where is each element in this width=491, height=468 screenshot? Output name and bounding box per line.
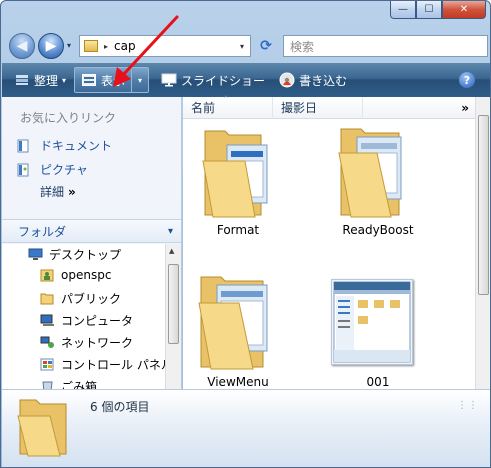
scroll-up-icon[interactable]: ▲ <box>169 247 174 255</box>
favorite-link-pictures[interactable]: ピクチャ <box>16 161 88 178</box>
tree-item-label: ごみ箱 <box>61 380 98 389</box>
file-item-label: 001 <box>366 375 390 389</box>
favorites-title: お気に入りリンク <box>20 111 117 125</box>
file-item-label: Format <box>216 223 260 237</box>
column-header: ^ 名前 撮影日 » <box>183 94 475 119</box>
details-pane: 6 個の項目 ⋮⋮ <box>2 389 490 467</box>
tree-item-label: コンピュータ <box>61 314 134 328</box>
folders-title: フォルダ <box>18 224 67 239</box>
recycle-bin-icon <box>40 380 55 389</box>
views-dropdown-button[interactable]: ▾ <box>132 68 148 92</box>
folder-tree: デスクトップ openspc パブリック コンピュータ ネットワーク コントロー… <box>2 244 173 389</box>
screenshot-thumbnail-icon <box>333 281 411 363</box>
documents-icon <box>16 139 30 153</box>
organize-button[interactable]: 整理 ▾ <box>8 66 72 94</box>
tree-item-recycle-bin[interactable]: ごみ箱 <box>40 378 97 389</box>
minimize-button[interactable]: — <box>390 1 416 19</box>
folder-icon <box>17 399 67 457</box>
caption-buttons: — ☐ ✕ <box>390 1 486 19</box>
forward-button[interactable]: ▶ <box>38 33 64 59</box>
address-dropdown-icon[interactable]: ▾ <box>240 42 244 51</box>
column-name-label: 名前 <box>191 101 216 115</box>
sort-arrow-icon: ^ <box>223 94 229 103</box>
tree-item-computer[interactable]: コンピュータ <box>40 312 133 329</box>
slideshow-icon <box>161 73 177 87</box>
file-item-label: ViewMenu <box>207 375 269 389</box>
organize-dropdown-icon: ▾ <box>62 75 67 85</box>
views-button-group: 表示 ▾ <box>74 67 150 93</box>
computer-icon <box>40 314 55 327</box>
folders-header[interactable]: フォルダ ▾ <box>2 219 181 243</box>
slideshow-label: スライドショー <box>181 73 266 88</box>
refresh-button[interactable]: ⟳ <box>255 36 277 56</box>
column-date-label: 撮影日 <box>281 101 318 115</box>
tree-item-control-panel[interactable]: コントロール パネル <box>40 356 173 373</box>
address-row: ◀ ▶ ▾ ▸ cap ▾ ⟳ 検索 <box>1 29 490 63</box>
tree-item-network[interactable]: ネットワーク <box>40 334 133 351</box>
recent-pages-dropdown[interactable]: ▾ <box>67 41 71 50</box>
scrollbar-thumb[interactable] <box>168 264 179 344</box>
command-bar: 整理 ▾ 表示 ▾ スライドショー 書き込む ? <box>2 63 490 97</box>
burn-icon <box>279 72 295 88</box>
favorite-link-label: ピクチャ <box>40 163 88 177</box>
folder-icon <box>202 130 268 218</box>
burn-button[interactable]: 書き込む <box>273 66 353 94</box>
organize-icon <box>14 73 30 87</box>
folder-icon <box>338 128 402 218</box>
file-item-label: ReadyBoost <box>342 223 414 237</box>
navigation-pane: お気に入りリンク ドキュメント ピクチャ 詳細» フォルダ ▾ デスクトップ o… <box>2 97 182 389</box>
column-name[interactable]: ^ 名前 <box>183 94 273 119</box>
organize-label: 整理 <box>34 73 59 88</box>
chevron-down-icon: ▾ <box>167 225 173 237</box>
tree-item-label: パブリック <box>61 292 122 306</box>
breadcrumb-path[interactable]: cap <box>114 39 136 53</box>
close-button[interactable]: ✕ <box>442 1 486 19</box>
explorer-window: — ☐ ✕ ◀ ▶ ▾ ▸ cap ▾ ⟳ 検索 整理 ▾ 表示 ▾ スライドシ… <box>0 0 491 468</box>
tree-item-label: openspc <box>61 268 112 282</box>
file-list-scrollbar[interactable] <box>475 97 490 389</box>
control-panel-icon <box>40 358 55 371</box>
file-item-format[interactable]: Format <box>183 121 293 245</box>
folder-icon <box>84 40 98 52</box>
item-count: 6 個の項目 <box>90 400 150 414</box>
tree-item-desktop[interactable]: デスクトップ <box>28 246 121 263</box>
folder-icon <box>198 276 268 370</box>
network-icon <box>40 336 55 349</box>
maximize-button[interactable]: ☐ <box>416 1 442 19</box>
public-folder-icon <box>40 292 55 305</box>
favorite-link-label: ドキュメント <box>40 139 113 153</box>
more-links-label: 詳細 <box>40 185 65 199</box>
back-button[interactable]: ◀ <box>9 33 35 59</box>
more-columns-button[interactable]: » <box>461 101 469 115</box>
scrollbar-thumb[interactable] <box>478 115 489 295</box>
resize-grip[interactable]: ⋮⋮ <box>457 400 479 411</box>
help-icon[interactable]: ? <box>459 72 475 88</box>
tree-item-label: デスクトップ <box>49 248 122 262</box>
search-input[interactable]: 検索 <box>283 35 488 57</box>
user-folder-icon <box>40 269 55 282</box>
more-links[interactable]: 詳細» <box>40 183 76 200</box>
slideshow-button[interactable]: スライドショー <box>155 66 271 94</box>
folder-tree-scrollbar[interactable]: ▲ <box>165 244 181 389</box>
views-label: 表示 <box>101 73 126 88</box>
image-thumbnail[interactable] <box>331 279 413 365</box>
more-chevron-icon: » <box>68 185 76 199</box>
column-date-taken[interactable]: 撮影日 <box>273 96 363 119</box>
pictures-icon <box>16 163 30 177</box>
desktop-icon <box>28 248 43 261</box>
tree-item-label: ネットワーク <box>61 336 134 350</box>
favorite-link-documents[interactable]: ドキュメント <box>16 137 112 154</box>
address-bar[interactable]: ▸ cap ▾ <box>79 35 251 57</box>
views-icon <box>81 73 97 87</box>
tree-item-public[interactable]: パブリック <box>40 290 121 307</box>
views-button[interactable]: 表示 <box>75 68 131 92</box>
breadcrumb-separator[interactable]: ▸ <box>104 42 108 51</box>
tree-item-openspc[interactable]: openspc <box>40 268 111 282</box>
file-item-readyboost[interactable]: ReadyBoost <box>323 121 433 245</box>
burn-label: 書き込む <box>299 73 348 88</box>
tree-item-label: コントロール パネル <box>61 358 173 372</box>
file-item-viewmenu[interactable]: ViewMenu <box>183 267 293 391</box>
